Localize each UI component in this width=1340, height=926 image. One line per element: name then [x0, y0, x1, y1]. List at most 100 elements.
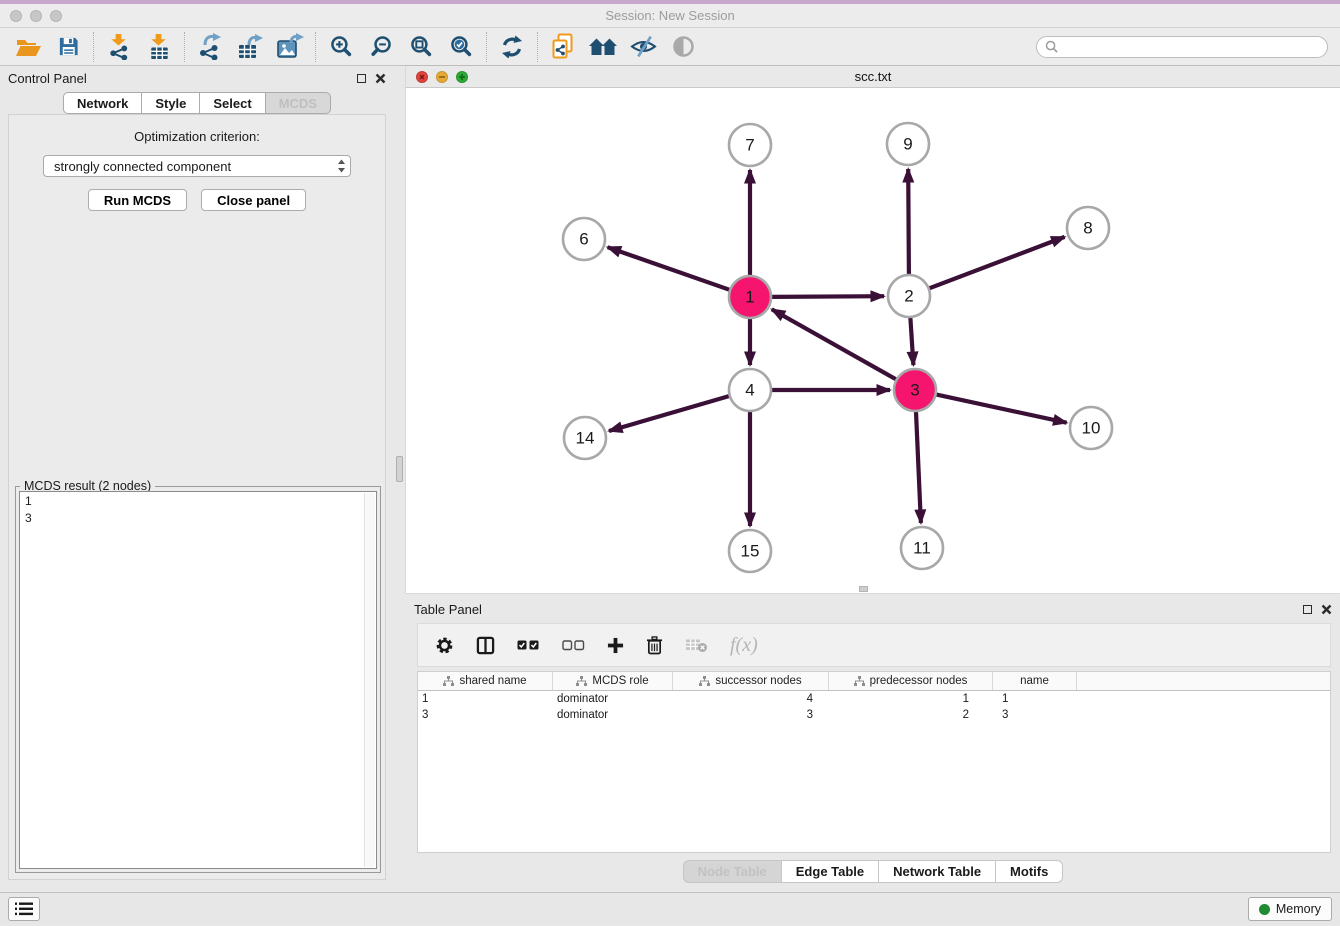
close-panel-button[interactable]: Close panel [201, 189, 306, 211]
column-header-name[interactable]: name [993, 672, 1077, 690]
table-row[interactable]: 3 dominator 3 2 3 [418, 707, 1330, 723]
graph-node-1[interactable]: 1 [729, 276, 771, 318]
first-neighbors-button[interactable] [583, 30, 623, 64]
graph-edge-2-9[interactable] [908, 169, 909, 274]
cell-mcds-role[interactable]: dominator [553, 709, 673, 721]
show-all-button [663, 30, 703, 64]
table-panel-tabs: Node Table Edge Table Network Table Moti… [406, 860, 1340, 883]
float-panel-icon[interactable] [1303, 605, 1312, 614]
zoom-fit-button[interactable] [401, 30, 441, 64]
graph-node-8[interactable]: 8 [1067, 207, 1109, 249]
graph-edge-3-10[interactable] [937, 395, 1067, 423]
column-header-shared-name[interactable]: shared name [418, 672, 553, 690]
graph-edge-3-11[interactable] [916, 412, 921, 523]
export-image-button[interactable] [270, 30, 310, 64]
graph-edge-1-6[interactable] [608, 247, 730, 290]
graph-node-3[interactable]: 3 [894, 369, 936, 411]
mcds-panel: Optimization criterion: strongly connect… [8, 114, 386, 880]
cell-shared-name[interactable]: 3 [418, 709, 553, 721]
graph-node-6[interactable]: 6 [563, 218, 605, 260]
search-field[interactable] [1036, 36, 1328, 58]
eye-slash-icon [630, 35, 657, 58]
graph-node-14[interactable]: 14 [564, 417, 606, 459]
node-table: shared name MCDS role successor nodes pr… [417, 671, 1331, 853]
select-all-rows-button[interactable] [517, 639, 540, 651]
tab-edge-table[interactable]: Edge Table [782, 860, 879, 883]
graph-edge-3-1[interactable] [772, 309, 896, 379]
delete-column-button[interactable] [646, 635, 663, 655]
float-panel-icon[interactable] [357, 74, 366, 83]
import-network-button[interactable] [99, 30, 139, 64]
tab-node-table[interactable]: Node Table [683, 860, 782, 883]
graph-node-11[interactable]: 11 [901, 527, 943, 569]
graph-edge-1-2[interactable] [772, 296, 884, 297]
save-session-button[interactable] [48, 30, 88, 64]
result-scrollbar[interactable] [364, 493, 375, 867]
cell-predecessor-nodes[interactable]: 2 [829, 709, 993, 721]
deselect-all-rows-button[interactable] [562, 639, 585, 651]
home-houses-icon [588, 36, 618, 58]
cell-successor-nodes[interactable]: 3 [673, 709, 829, 721]
import-table-button[interactable] [139, 30, 179, 64]
zoom-selected-button[interactable] [441, 30, 481, 64]
graph-node-label: 8 [1083, 219, 1092, 238]
tab-network-table[interactable]: Network Table [879, 860, 996, 883]
status-bar: Memory [0, 892, 1340, 925]
graph-edge-4-14[interactable] [609, 396, 729, 431]
zoom-in-button[interactable] [321, 30, 361, 64]
close-panel-icon[interactable] [1321, 604, 1332, 615]
run-mcds-button[interactable]: Run MCDS [88, 189, 187, 211]
open-session-button[interactable] [8, 30, 48, 64]
table-row[interactable]: 1 dominator 4 1 1 [418, 691, 1330, 707]
session-title: Session: New Session [0, 8, 1340, 23]
mcds-result-textarea[interactable]: 1 3 [19, 491, 377, 869]
memory-label: Memory [1276, 902, 1321, 916]
network-graph[interactable]: 7 9 6 8 1 2 4 3 14 10 15 11 [406, 88, 1338, 592]
graph-edge-2-3[interactable] [910, 318, 913, 365]
hide-selected-button[interactable] [623, 30, 663, 64]
create-column-button[interactable] [607, 637, 624, 654]
graph-node-2[interactable]: 2 [888, 275, 930, 317]
tab-style[interactable]: Style [142, 92, 200, 114]
cell-predecessor-nodes[interactable]: 1 [829, 693, 993, 705]
export-table-button[interactable] [230, 30, 270, 64]
column-header-predecessor-nodes[interactable]: predecessor nodes [829, 672, 993, 690]
tab-mcds[interactable]: MCDS [266, 92, 331, 114]
cell-shared-name[interactable]: 1 [418, 693, 553, 705]
clone-network-button[interactable] [543, 30, 583, 64]
cell-successor-nodes[interactable]: 4 [673, 693, 829, 705]
graph-node-10[interactable]: 10 [1070, 407, 1112, 449]
canvas-scroll-thumb[interactable] [859, 586, 868, 592]
selected-criterion: strongly connected component [54, 159, 231, 174]
toolbar-separator [537, 32, 538, 62]
column-header-mcds-role[interactable]: MCDS role [553, 672, 673, 690]
table-settings-button[interactable] [435, 636, 454, 655]
column-header-successor-nodes[interactable]: successor nodes [673, 672, 829, 690]
graph-edge-2-8[interactable] [930, 237, 1065, 288]
optimization-criterion-select[interactable]: strongly connected component [43, 155, 351, 177]
tab-network[interactable]: Network [63, 92, 142, 114]
graph-node-4[interactable]: 4 [729, 369, 771, 411]
export-network-button[interactable] [190, 30, 230, 64]
graph-node-15[interactable]: 15 [729, 530, 771, 572]
tab-motifs[interactable]: Motifs [996, 860, 1063, 883]
tab-select[interactable]: Select [200, 92, 265, 114]
graph-node-7[interactable]: 7 [729, 124, 771, 166]
search-input[interactable] [1063, 40, 1319, 54]
memory-button[interactable]: Memory [1248, 897, 1332, 921]
cell-name[interactable]: 1 [993, 693, 1077, 705]
refresh-style-button[interactable] [492, 30, 532, 64]
network-canvas[interactable]: 7 9 6 8 1 2 4 3 14 10 15 11 [406, 88, 1340, 593]
show-task-history-button[interactable] [8, 897, 40, 921]
graph-node-label: 3 [910, 381, 919, 400]
splitter-handle[interactable] [396, 456, 403, 482]
panel-splitter[interactable] [394, 66, 406, 892]
graph-node-9[interactable]: 9 [887, 123, 929, 165]
clone-network-icon [551, 33, 575, 60]
cell-name[interactable]: 3 [993, 709, 1077, 721]
zoom-out-button[interactable] [361, 30, 401, 64]
close-panel-icon[interactable] [375, 73, 386, 84]
main-toolbar [0, 28, 1340, 66]
cell-mcds-role[interactable]: dominator [553, 693, 673, 705]
show-columns-button[interactable] [476, 636, 495, 655]
